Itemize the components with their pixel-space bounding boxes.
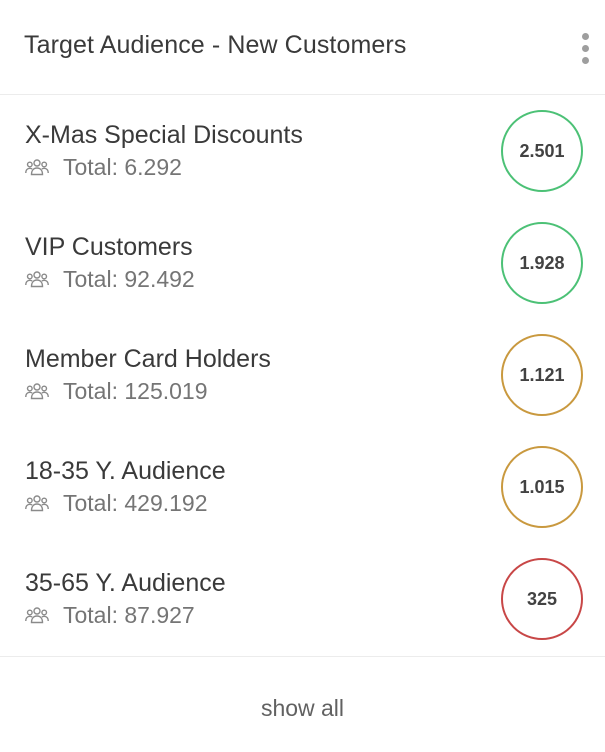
audience-name: Member Card Holders (25, 345, 271, 373)
audience-name: VIP Customers (25, 233, 193, 261)
audience-total-row: Total: 429.192 (25, 490, 208, 516)
card-header: Target Audience - New Customers (0, 0, 605, 95)
people-group-icon (25, 383, 49, 400)
audience-total-row: Total: 92.492 (25, 266, 195, 292)
kebab-dot (582, 57, 589, 64)
people-group-icon (25, 159, 49, 176)
list-item[interactable]: VIP Customers Total: 92.492 1.928 (0, 207, 605, 319)
score-badge: 1.121 (501, 334, 583, 416)
people-group-icon (25, 495, 49, 512)
score-badge: 1.928 (501, 222, 583, 304)
show-all-link[interactable]: show all (0, 695, 605, 722)
audience-total: Total: 92.492 (63, 265, 195, 292)
audience-total: Total: 6.292 (63, 153, 182, 180)
list-item[interactable]: Member Card Holders Total: 125.019 1.121 (0, 319, 605, 431)
list-item[interactable]: 35-65 Y. Audience Total: 87.927 325 (0, 543, 605, 655)
people-group-icon (25, 607, 49, 624)
audience-total: Total: 87.927 (63, 601, 195, 628)
score-badge: 325 (501, 558, 583, 640)
people-group-icon (25, 271, 49, 288)
score-badge: 2.501 (501, 110, 583, 192)
card-footer: show all (0, 657, 605, 752)
card-title: Target Audience - New Customers (24, 31, 407, 59)
audience-total-row: Total: 87.927 (25, 602, 195, 628)
more-vertical-icon[interactable] (575, 31, 595, 67)
audience-name: 35-65 Y. Audience (25, 569, 226, 597)
kebab-dot (582, 33, 589, 40)
audience-name: 18-35 Y. Audience (25, 457, 226, 485)
audience-total-row: Total: 125.019 (25, 378, 208, 404)
audience-name: X-Mas Special Discounts (25, 121, 303, 149)
audience-total-row: Total: 6.292 (25, 154, 182, 180)
list-item[interactable]: X-Mas Special Discounts Total: 6.292 2.5… (0, 95, 605, 207)
target-audience-card: Target Audience - New Customers X-Mas Sp… (0, 0, 605, 752)
kebab-dot (582, 45, 589, 52)
audience-total: Total: 429.192 (63, 489, 208, 516)
list-item[interactable]: 18-35 Y. Audience Total: 429.192 1.015 (0, 431, 605, 543)
audience-list: X-Mas Special Discounts Total: 6.292 2.5… (0, 95, 605, 657)
score-badge: 1.015 (501, 446, 583, 528)
audience-total: Total: 125.019 (63, 377, 208, 404)
